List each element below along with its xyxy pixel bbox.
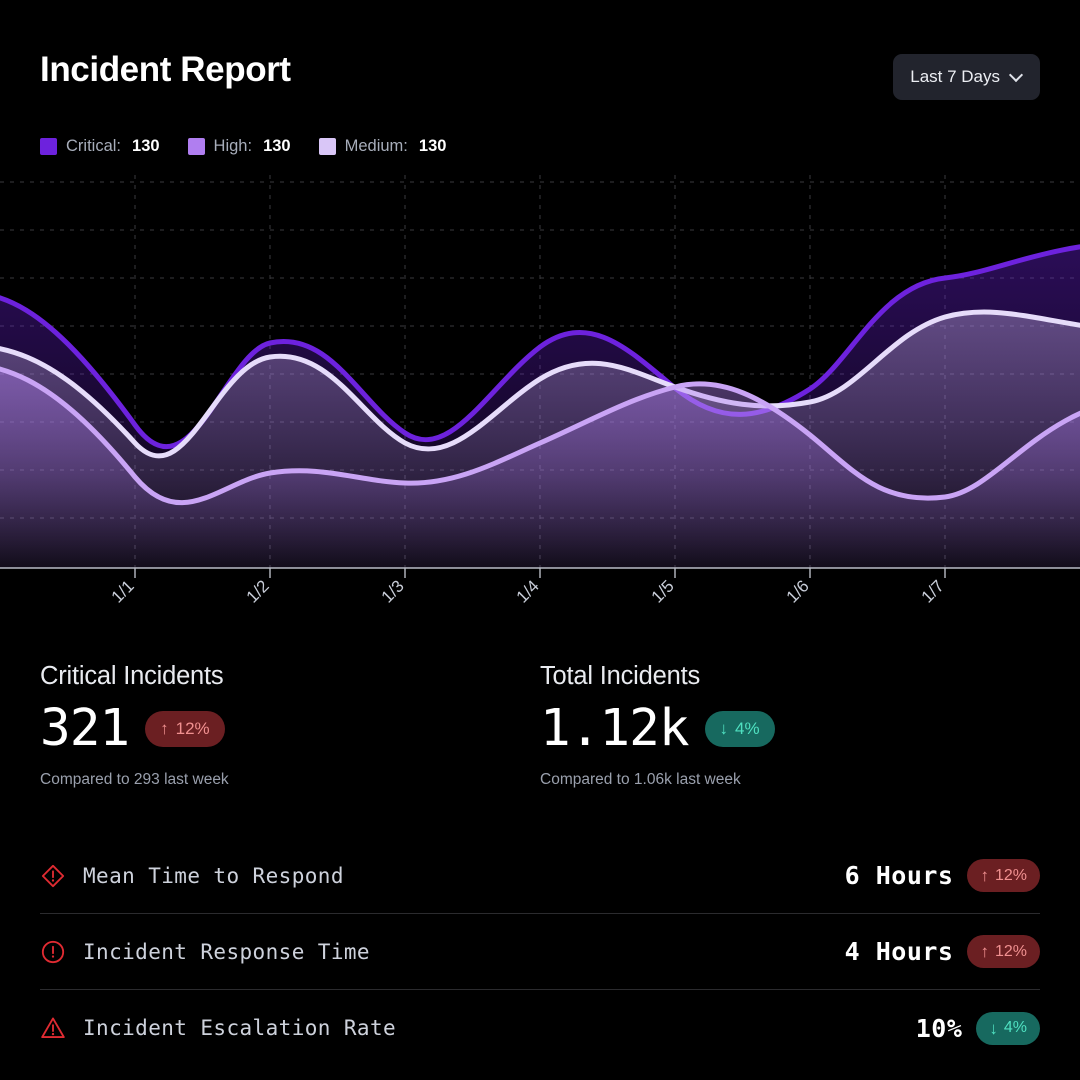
kpi-title: Total Incidents	[540, 662, 1040, 691]
kpi-value: 321	[40, 702, 129, 756]
kpi-section: Critical Incidents 321 ↑ 12% Compared to…	[40, 662, 1040, 789]
kpi-value-row: 1.12k ↓ 4%	[540, 702, 1040, 756]
metric-delta-value: 12%	[995, 944, 1027, 960]
kpi-delta-badge: ↓ 4%	[705, 711, 775, 747]
date-range-dropdown[interactable]: Last 7 Days	[893, 54, 1040, 100]
arrow-down-icon: ↓	[989, 1020, 998, 1037]
arrow-up-icon: ↑	[980, 943, 989, 960]
metric-label: Incident Escalation Rate	[83, 1016, 396, 1040]
page-title: Incident Report	[40, 52, 291, 87]
metric-value-group: 4 Hours ↑ 12%	[845, 935, 1040, 968]
kpi-title: Critical Incidents	[40, 662, 540, 691]
metric-label-group: Incident Response Time	[40, 939, 845, 965]
legend-label-high: High:	[214, 137, 253, 156]
metric-delta-value: 12%	[995, 868, 1027, 884]
metric-value: 6 Hours	[845, 861, 954, 890]
metric-value-group: 6 Hours ↑ 12%	[845, 859, 1040, 892]
metric-value-group: 10% ↓ 4%	[916, 1012, 1040, 1045]
kpi-value: 1.12k	[540, 702, 689, 756]
triangle-alert-icon	[40, 1015, 66, 1041]
kpi-delta-value: 12%	[176, 720, 210, 737]
kpi-critical-incidents: Critical Incidents 321 ↑ 12% Compared to…	[40, 662, 540, 789]
x-tick-label: 1/5	[648, 576, 678, 606]
kpi-value-row: 321 ↑ 12%	[40, 702, 540, 756]
legend-value-medium: 130	[419, 137, 447, 156]
x-tick-label: 1/3	[378, 576, 408, 606]
legend-swatch-medium	[319, 138, 336, 155]
arrow-up-icon: ↑	[980, 867, 989, 884]
table-row[interactable]: Mean Time to Respond 6 Hours ↑ 12%	[40, 838, 1040, 914]
legend-item-medium[interactable]: Medium: 130	[319, 137, 447, 156]
diamond-alert-icon	[40, 863, 66, 889]
legend-label-medium: Medium:	[345, 137, 408, 156]
metric-value: 4 Hours	[845, 937, 954, 966]
metric-label-group: Mean Time to Respond	[40, 863, 845, 889]
metric-label: Incident Response Time	[83, 940, 370, 964]
date-range-label: Last 7 Days	[910, 67, 1000, 87]
x-tick-label: 1/7	[918, 576, 948, 606]
legend-item-critical[interactable]: Critical: 130	[40, 137, 160, 156]
table-row[interactable]: Incident Escalation Rate 10% ↓ 4%	[40, 990, 1040, 1066]
arrow-down-icon: ↓	[720, 720, 729, 737]
metric-label-group: Incident Escalation Rate	[40, 1015, 916, 1041]
legend-item-high[interactable]: High: 130	[188, 137, 291, 156]
arrow-up-icon: ↑	[160, 720, 169, 737]
metric-label: Mean Time to Respond	[83, 864, 344, 888]
x-axis-labels: 1/1 1/2 1/3 1/4 1/5 1/6 1/7	[108, 576, 948, 606]
metric-value: 10%	[916, 1014, 963, 1043]
x-tick-label: 1/2	[243, 576, 273, 606]
legend-value-critical: 130	[132, 137, 160, 156]
incident-area-chart[interactable]: 1/1 1/2 1/3 1/4 1/5 1/6 1/7	[0, 175, 1080, 630]
circle-alert-icon	[40, 939, 66, 965]
chart-svg: 1/1 1/2 1/3 1/4 1/5 1/6 1/7	[0, 175, 1080, 630]
kpi-delta-value: 4%	[735, 720, 760, 737]
x-tick-label: 1/1	[108, 576, 138, 606]
x-tick-label: 1/6	[783, 576, 813, 606]
x-tick-label: 1/4	[513, 576, 543, 606]
legend-value-high: 130	[263, 137, 291, 156]
chevron-down-icon	[1010, 69, 1023, 82]
table-row[interactable]: Incident Response Time 4 Hours ↑ 12%	[40, 914, 1040, 990]
kpi-subtitle: Compared to 1.06k last week	[540, 771, 1040, 789]
header: Incident Report Last 7 Days	[0, 0, 1080, 120]
chart-legend: Critical: 130 High: 130 Medium: 130	[40, 137, 446, 156]
kpi-delta-badge: ↑ 12%	[145, 711, 225, 747]
legend-swatch-critical	[40, 138, 57, 155]
metrics-list: Mean Time to Respond 6 Hours ↑ 12% Incid…	[40, 838, 1040, 1066]
kpi-total-incidents: Total Incidents 1.12k ↓ 4% Compared to 1…	[540, 662, 1040, 789]
metric-delta-value: 4%	[1004, 1020, 1027, 1036]
x-axis-ticks	[135, 568, 945, 578]
metric-delta-badge: ↑ 12%	[967, 859, 1040, 892]
legend-swatch-high	[188, 138, 205, 155]
metric-delta-badge: ↓ 4%	[976, 1012, 1040, 1045]
metric-delta-badge: ↑ 12%	[967, 935, 1040, 968]
kpi-subtitle: Compared to 293 last week	[40, 771, 540, 789]
legend-label-critical: Critical:	[66, 137, 121, 156]
